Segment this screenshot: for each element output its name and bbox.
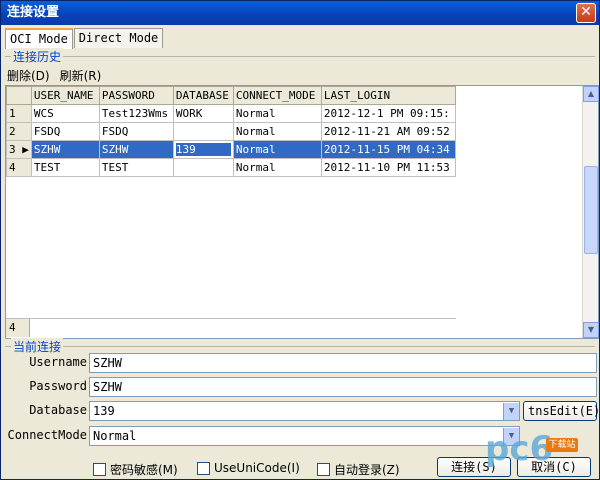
auto-login-checkbox[interactable]: 自动登录(Z): [317, 461, 400, 478]
tns-edit-button[interactable]: tnsEdit(E): [523, 401, 600, 421]
current-group-border: [5, 346, 595, 347]
username-row: Username SZHW: [1, 353, 600, 373]
watermark-badge: 下载站: [546, 438, 578, 452]
window-title: 连接设置: [7, 5, 60, 20]
table-row[interactable]: 1 WCS Test123Wms WORK Normal 2012-12-1 P…: [6, 104, 456, 123]
checkbox-box[interactable]: [197, 461, 210, 475]
cell-user-name[interactable]: SZHW: [30, 140, 100, 159]
cell-password[interactable]: FSDQ: [98, 122, 174, 141]
cell-last-login[interactable]: 2012-12-1 PM 09:15:: [320, 104, 456, 123]
connect-mode-label: ConnectMode: [7, 428, 87, 442]
tab-direct-mode[interactable]: Direct Mode: [73, 28, 164, 48]
cell-connect-mode[interactable]: Normal: [232, 140, 322, 159]
connect-mode-value: Normal: [93, 429, 137, 443]
cell-password[interactable]: TEST: [98, 158, 174, 177]
delete-button[interactable]: 删除(D): [7, 67, 50, 84]
cell-last-login[interactable]: 2012-11-21 AM 09:52: [320, 122, 456, 141]
history-group-border: [5, 56, 595, 57]
column-header-database[interactable]: DATABASE: [172, 86, 234, 105]
cell-database[interactable]: 139: [172, 140, 234, 159]
database-label: Database: [29, 403, 87, 417]
close-icon: ✕: [580, 4, 592, 20]
scroll-thumb[interactable]: [584, 166, 598, 254]
header-row: USER_NAME PASSWORD DATABASE CONNECT_MODE…: [6, 86, 456, 105]
row-indicator: 4: [6, 158, 32, 177]
column-header-user-name[interactable]: USER_NAME: [30, 86, 100, 105]
history-group-title: 连接历史: [11, 48, 64, 65]
database-row: Database 139 ▼ tnsEdit(E): [1, 401, 600, 421]
row-indicator: 2: [6, 122, 32, 141]
scroll-down-icon[interactable]: ▼: [583, 322, 599, 338]
chevron-down-icon[interactable]: ▼: [503, 403, 519, 420]
history-toolbar: 删除(D) 刷新(R): [7, 67, 101, 84]
case-sensitive-label: 密码敏感(M): [110, 463, 178, 477]
auto-login-label: 自动登录(Z): [334, 463, 400, 477]
table-row[interactable]: 4 TEST TEST Normal 2012-11-10 PM 11:53: [6, 158, 456, 177]
column-header-password[interactable]: PASSWORD: [98, 86, 174, 105]
username-label: Username: [29, 355, 87, 369]
history-grid[interactable]: USER_NAME PASSWORD DATABASE CONNECT_MODE…: [5, 85, 599, 339]
column-header-last-login[interactable]: LAST_LOGIN: [320, 86, 456, 105]
cell-database[interactable]: [172, 122, 234, 141]
table-row[interactable]: 2 FSDQ FSDQ Normal 2012-11-21 AM 09:52: [6, 122, 456, 141]
password-label: Password: [29, 379, 87, 393]
database-value: 139: [93, 404, 115, 418]
cell-connect-mode[interactable]: Normal: [232, 122, 322, 141]
cell-database[interactable]: WORK: [172, 104, 234, 123]
cell-connect-mode[interactable]: Normal: [232, 104, 322, 123]
close-button[interactable]: ✕: [576, 3, 596, 23]
cell-database[interactable]: [172, 158, 234, 177]
row-indicator: 3 ▶: [6, 140, 32, 159]
use-unicode-checkbox[interactable]: UseUniCode(I): [197, 461, 300, 475]
cell-user-name[interactable]: TEST: [30, 158, 100, 177]
record-count: 4: [6, 319, 30, 337]
cell-last-login[interactable]: 2012-11-15 PM 04:34: [320, 140, 456, 159]
footer-row: 4: [6, 318, 456, 337]
connection-settings-window: 连接设置 ✕ OCI Mode Direct Mode 连接历史 删除(D) 刷…: [0, 0, 600, 480]
password-input[interactable]: SZHW: [89, 377, 597, 397]
history-table: USER_NAME PASSWORD DATABASE CONNECT_MODE…: [6, 86, 456, 177]
vertical-scrollbar[interactable]: ▲ ▼: [582, 86, 599, 338]
cell-password[interactable]: SZHW: [98, 140, 174, 159]
row-indicator-header: [6, 86, 32, 105]
cell-database-editor[interactable]: 139: [175, 143, 231, 156]
cell-user-name[interactable]: WCS: [30, 104, 100, 123]
row-number: 3: [9, 143, 16, 156]
pc6-watermark-logo: pc6: [485, 429, 554, 469]
checkbox-box[interactable]: [93, 463, 106, 476]
column-header-connect-mode[interactable]: CONNECT_MODE: [232, 86, 322, 105]
row-indicator: 1: [6, 104, 32, 123]
title-bar: 连接设置: [1, 1, 599, 25]
cell-password[interactable]: Test123Wms: [98, 104, 174, 123]
scroll-up-icon[interactable]: ▲: [583, 86, 599, 102]
checkbox-box[interactable]: [317, 463, 330, 476]
connect-mode-select[interactable]: Normal ▼: [89, 426, 520, 446]
password-row: Password SZHW: [1, 377, 600, 397]
table-row-selected[interactable]: 3 ▶ SZHW SZHW 139 Normal 2012-11-15 PM 0…: [6, 140, 456, 159]
use-unicode-label: UseUniCode(I): [214, 461, 300, 475]
mode-tabs: OCI Mode Direct Mode: [5, 28, 164, 49]
case-sensitive-checkbox[interactable]: 密码敏感(M): [93, 461, 178, 478]
cell-last-login[interactable]: 2012-11-10 PM 11:53: [320, 158, 456, 177]
database-select[interactable]: 139 ▼: [89, 401, 520, 421]
refresh-button[interactable]: 刷新(R): [60, 67, 102, 84]
cell-user-name[interactable]: FSDQ: [30, 122, 100, 141]
cell-connect-mode[interactable]: Normal: [232, 158, 322, 177]
tab-oci-mode[interactable]: OCI Mode: [5, 28, 73, 49]
username-input[interactable]: SZHW: [89, 353, 597, 373]
row-pointer-icon: ▶: [22, 143, 29, 156]
